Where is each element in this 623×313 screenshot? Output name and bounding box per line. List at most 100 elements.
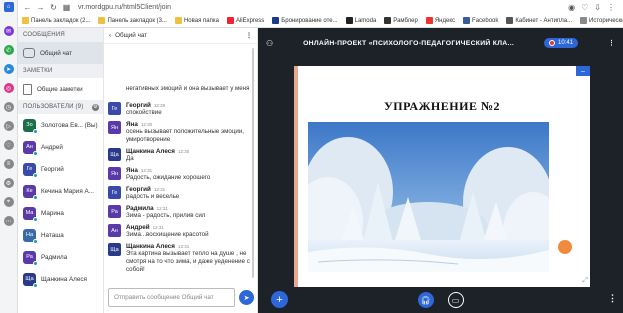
user-list-item[interactable]: Ке Кечина Мария А... [18,180,103,202]
home-icon[interactable]: ⌂ [3,2,14,12]
bookmark-item[interactable]: Кабинет - Антипла... [506,17,572,24]
slide-title: УПРАЖНЕНИЕ №2 [383,99,501,113]
bookmark-label: Исторический ком... [589,17,623,24]
message-text: осень вызывает положительные эмоции, уми… [126,128,244,143]
stage-options-icon[interactable]: ⋮ [608,293,617,304]
status-icon [33,150,38,156]
user-list-item[interactable]: Ра Радмила [18,246,103,268]
whatsapp-icon[interactable]: ✆ [3,45,14,55]
messenger-icon[interactable]: ✉ [3,26,14,36]
extensions-icon[interactable]: ⋮ [607,3,615,12]
user-list-item[interactable]: Ан Андрей [18,136,103,158]
bookmark-icon [384,17,392,24]
reload-icon[interactable]: ↻ [48,2,59,13]
settings-icon[interactable]: ⚙ [3,178,14,188]
message-input[interactable]: Отправить сообщение Общий чат [108,288,235,307]
settings-icon[interactable]: ⚙ [92,103,99,111]
message-author: Яна [126,121,138,128]
back-icon[interactable]: ← [22,2,33,13]
bookmark-item[interactable]: Facebook [463,17,498,24]
shared-notes-item[interactable]: Общие заметки [18,78,103,100]
avatar-initials: Ан [111,227,118,234]
bookmark-item[interactable]: Новая папка [174,17,219,24]
message-author: Георгий [126,186,151,193]
message-body: Щанкина Алеся 12:30 Да [126,148,254,163]
fullscreen-icon[interactable]: ⤢ [582,277,588,285]
browser-actions: ◉ ♡ ⇩ ⋮ [568,3,623,12]
bookmark-icon [226,17,234,24]
chat-message: Ща Щанкина Алеся 12:31 Эта картина вызывает… [108,243,254,274]
message-text: Эта картина вызывает тепло на душе , не … [126,250,250,273]
more-icon[interactable]: ⋯ [3,216,14,226]
bookmark-item[interactable]: AliExpress [226,17,265,24]
minimize-presentation-button[interactable]: – [576,66,590,76]
bookmark-item[interactable]: Исторический ком... [580,17,623,24]
avatar [108,85,121,98]
grid-icon[interactable]: ▦ [61,2,72,13]
options-icon[interactable]: ⋮ [608,39,615,47]
avatar: Ща [108,148,121,161]
instagram-icon[interactable]: ◎ [3,83,14,93]
message-author: Андрей [126,224,150,231]
avatar: Ян [108,167,121,180]
bookmark-item[interactable]: Панель закладок (3... [98,17,167,24]
message-time: 12:29 [153,103,166,108]
chevron-left-icon[interactable]: ‹ [109,32,111,39]
clock-icon[interactable]: ◷ [3,102,14,112]
whiteboard-tool-button[interactable] [558,240,572,254]
avatar: Ан [108,224,121,237]
bookmark-icon [345,17,353,24]
avatar-initials: Ща [25,276,34,282]
headphones-icon[interactable]: 🎧︎ [417,292,434,308]
chat-message: Ге Георгий 12:31 радость и веселье [108,186,254,201]
bookmark-item[interactable]: Яндекс [425,17,456,24]
send-icon[interactable]: ▷ [3,121,14,131]
bookmark-item[interactable]: Бронирование оте... [272,17,338,24]
user-list-item[interactable]: Ге Георгий [18,158,103,180]
public-chat-label: Общий чат [40,49,72,57]
message-list[interactable]: негативных эмоций и она вызывает у меня Г… [104,44,254,281]
pin-icon[interactable]: ⌖ [3,197,14,207]
user-list-item[interactable]: На Наташа [18,224,103,246]
bookmark-icon[interactable]: ♡ [581,3,588,12]
send-button[interactable]: ➤ [239,290,254,305]
user-list-item[interactable]: Ща Щанкина Алеся [18,268,103,290]
message-header: Яна 12:30 [126,121,254,128]
avatar-initials: Зо [26,122,33,128]
user-icon[interactable]: ⚇ [266,39,273,48]
bookmark-item[interactable]: Рамблер [384,17,418,24]
bookmark-label: AliExpress [235,17,265,24]
user-name: Георгий [41,165,64,173]
camera-icon[interactable]: ◉ [568,3,575,12]
message-text: Радость, ожидание хорошего [126,174,211,181]
screen-share-icon[interactable]: ▭ [447,292,464,308]
bookmark-icon [580,17,588,24]
heart-icon[interactable]: ♡ [3,140,14,150]
bookmark-icon [22,17,29,24]
chat-options-icon[interactable]: ⋮ [246,32,252,39]
bookmark-label: Бронирование оте... [281,17,338,24]
avatar: Ге [108,102,121,115]
download-icon[interactable]: ⇩ [594,3,601,12]
avatar: Ге [23,162,38,178]
recording-indicator[interactable]: 10:41 [543,38,578,48]
list-icon[interactable]: ≡ [3,159,14,169]
message-text: Зима...восхищение красотой [126,231,209,238]
user-name: Андрей [41,143,63,151]
message-header: Андрей 12:31 [126,224,254,231]
public-chat-item[interactable]: Общий чат [18,42,103,64]
forward-icon[interactable]: → [35,2,46,13]
user-name: Золотова Ев... (Вы) [41,121,98,129]
avatar-initials: Ге [111,189,118,196]
bookmark-item[interactable]: Панель закладок (2... [22,17,90,24]
message-author: Яна [126,167,138,174]
url-field[interactable]: vr.mordgpu.ru/html5Client/join [78,4,171,11]
chat-scrollbar[interactable] [252,48,254,278]
status-icon [33,194,38,200]
user-list-item[interactable]: Зо Золотова Ев... (Вы) [18,114,103,136]
telegram-icon[interactable]: ➤ [3,64,14,74]
bookmark-item[interactable]: Lamoda [345,17,376,24]
bookmark-icon [98,17,106,24]
bookmark-label: Яндекс [434,17,456,24]
user-list-item[interactable]: Ма Марина [18,202,103,224]
